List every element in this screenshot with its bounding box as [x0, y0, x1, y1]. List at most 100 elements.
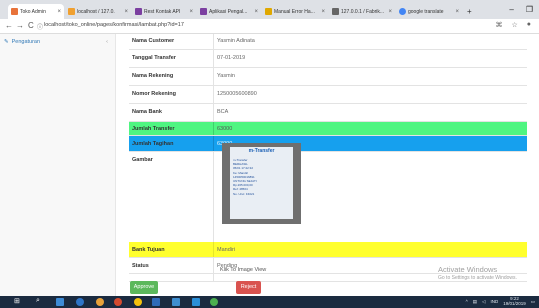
tab-favicon-icon	[265, 8, 272, 15]
tab-toko-admin[interactable]: Toko Admin ×	[8, 4, 64, 19]
close-icon[interactable]: ×	[321, 9, 325, 15]
tab-aplikasi[interactable]: Aplikasi Pengal... ×	[197, 4, 261, 19]
notification-icon[interactable]: ▭	[531, 299, 535, 305]
tab-favicon-icon	[135, 8, 142, 15]
task-view-icon[interactable]	[56, 298, 64, 306]
row-value: Mandiri	[217, 247, 236, 253]
language-indicator[interactable]: IND	[490, 299, 498, 304]
row-key: Gambar	[132, 157, 153, 163]
sidebar-item-pengaturan[interactable]: ✎ Pengaturan ‹	[4, 39, 108, 45]
window-controls: – ❐	[509, 0, 539, 19]
approve-button[interactable]: Approve	[130, 281, 158, 294]
tab-favicon-icon	[200, 8, 207, 15]
chevron-up-icon[interactable]: ^	[466, 299, 468, 304]
search-icon[interactable]: ⌕	[36, 297, 44, 305]
reload-icon[interactable]: C	[28, 21, 34, 30]
close-icon[interactable]: ×	[388, 9, 392, 15]
app-icon[interactable]	[172, 298, 180, 306]
chevron-left-icon[interactable]: ‹	[106, 39, 108, 45]
table-row: Nomor Rekening 1250005600890	[129, 86, 527, 104]
tab-title: Rest Kontak API	[144, 8, 181, 15]
row-value: Yasmin	[217, 73, 235, 79]
row-key: Nama Customer	[132, 38, 175, 44]
row-key: Nama Bank	[132, 109, 162, 115]
tab-favicon-icon	[399, 8, 406, 15]
app-icon[interactable]	[152, 298, 160, 306]
row-value: Pending	[217, 263, 238, 269]
tab-title: google translate	[408, 8, 444, 15]
system-tray: ^ ▤ ◁ IND 9:22 19/01/2019 ▭	[466, 296, 535, 306]
row-value: 63000	[217, 126, 233, 132]
address-bar-icons: ⌘ ☆ ●	[495, 21, 531, 29]
clock[interactable]: 9:22 19/01/2019	[503, 296, 526, 306]
tab-fabrik[interactable]: 127.0.0.1 / Fabrik... ×	[329, 4, 395, 19]
watermark-subtitle: Go to Settings to activate Windows.	[438, 275, 517, 281]
row-value: 07-01-2019	[217, 55, 246, 61]
app-icon[interactable]	[96, 298, 104, 306]
info-icon[interactable]: ⓘ	[37, 22, 43, 31]
close-icon[interactable]: ×	[254, 9, 258, 15]
tab-title: Manual Error Ha...	[274, 8, 315, 15]
row-value: 1250005600890	[217, 91, 257, 97]
table-row: Nama Bank BCA	[129, 104, 527, 122]
receipt-body: m-Transfer BERHASIL 05/01 17:22:32 Ke: M…	[233, 158, 257, 196]
transfer-receipt-image[interactable]: m-Transfer m-Transfer BERHASIL 05/01 17:…	[222, 143, 301, 224]
translate-icon[interactable]: ⌘	[495, 21, 502, 29]
table-row: Nama Rekening Yasmin	[129, 68, 527, 86]
table-row-highlight: Jumlah Transfer 63000	[129, 122, 527, 136]
volume-icon[interactable]: ◁	[482, 299, 485, 305]
star-icon[interactable]: ☆	[511, 21, 517, 29]
close-icon[interactable]: ×	[189, 9, 193, 15]
row-key: Nama Rekening	[132, 73, 174, 79]
tab-manual-error[interactable]: Manual Error Ha... ×	[262, 4, 328, 19]
sidebar: ✎ Pengaturan ‹	[0, 34, 116, 296]
table-row: Tanggal Transfer 07-01-2019	[129, 50, 527, 68]
network-icon[interactable]: ▤	[473, 299, 477, 305]
taskbar: ⊞ ⌕ ^ ▤ ◁ IND 9:22 19/01/2019 ▭	[0, 296, 539, 308]
table-row-highlight: Bank Tujuan Mandiri	[129, 242, 527, 258]
new-tab-button[interactable]: +	[464, 4, 476, 19]
browser-tab-bar: Toko Admin × localhost / 127.0. × Rest K…	[0, 0, 539, 19]
maximize-button[interactable]: ❐	[526, 5, 533, 14]
tab-localhost[interactable]: localhost / 127.0. ×	[65, 4, 131, 19]
app-icon[interactable]	[192, 298, 200, 306]
chrome-icon[interactable]	[134, 298, 142, 306]
wrench-icon: ✎	[4, 39, 9, 45]
row-key: Jumlah Transfer	[132, 126, 175, 132]
row-key: Nomor Rekening	[132, 91, 177, 97]
receipt-header: m-Transfer	[248, 148, 275, 154]
row-key: Status	[132, 263, 149, 269]
sidebar-item-label: Pengaturan	[11, 39, 41, 45]
tab-rest-kontak[interactable]: Rest Kontak API ×	[132, 4, 196, 19]
app-icon[interactable]	[114, 298, 122, 306]
app-icon[interactable]	[210, 298, 218, 306]
activation-watermark: Activate Windows Go to Settings to activ…	[438, 265, 517, 281]
row-value: Yasmin Adinata	[217, 38, 255, 44]
close-icon[interactable]: ×	[124, 9, 128, 15]
profile-icon[interactable]: ●	[527, 21, 531, 29]
close-icon[interactable]: ×	[455, 9, 459, 15]
table-row: Nama Customer Yasmin Adinata	[129, 34, 527, 50]
row-key: Bank Tujuan	[132, 247, 165, 253]
table-row-highlight: Jumlah Tagihan 63000	[129, 136, 527, 152]
back-arrow-icon[interactable]: ←	[5, 21, 13, 30]
address-bar: ← → C ⓘ localhost/toko_online/pages/konf…	[0, 19, 539, 34]
row-key: Jumlah Tagihan	[132, 141, 174, 147]
url-input[interactable]: localhost/toko_online/pages/konfirmasi/l…	[44, 22, 184, 28]
windows-start-icon[interactable]: ⊞	[14, 297, 22, 305]
watermark-title: Activate Windows	[438, 265, 498, 274]
tab-google-translate[interactable]: google translate ×	[396, 4, 462, 19]
edge-icon[interactable]	[76, 298, 84, 306]
tab-title: Aplikasi Pengal...	[209, 8, 248, 15]
reject-button[interactable]: Reject	[236, 281, 261, 294]
tab-title: 127.0.0.1 / Fabrik...	[341, 8, 385, 15]
minimize-button[interactable]: –	[509, 5, 513, 14]
close-icon[interactable]: ×	[57, 9, 61, 15]
forward-arrow-icon[interactable]: →	[16, 21, 24, 30]
row-key: Tanggal Transfer	[132, 55, 176, 61]
tab-favicon-icon	[68, 8, 75, 15]
tab-favicon-icon	[332, 8, 339, 15]
tab-title: Toko Admin	[20, 8, 46, 15]
tab-favicon-icon	[11, 8, 18, 15]
tab-title: localhost / 127.0.	[77, 8, 115, 15]
